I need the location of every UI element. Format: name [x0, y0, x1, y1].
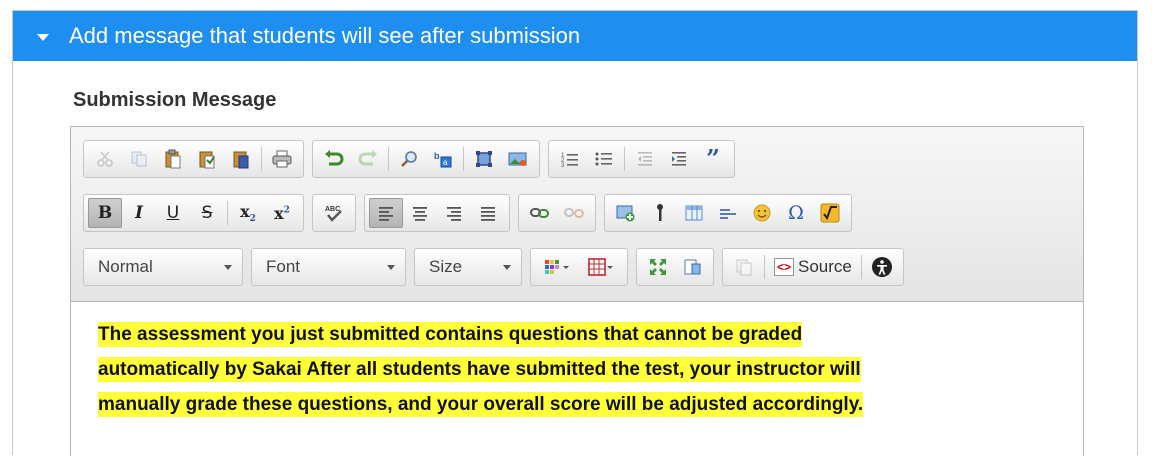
- svg-text:3: 3: [561, 163, 565, 168]
- align-center-icon[interactable]: [403, 198, 437, 228]
- font-dropdown-value: Font: [266, 257, 301, 276]
- undo-icon[interactable]: [317, 144, 351, 174]
- editor-toolbar: ba 123 ” B I U S x2 x2 ABC Ω Normal Font…: [71, 127, 1083, 302]
- source-group: <> Source: [722, 248, 904, 286]
- anchor-icon[interactable]: [643, 198, 677, 228]
- content-line: automatically by Sakai After all student…: [98, 357, 861, 382]
- editor-content[interactable]: The assessment you just submitted contai…: [71, 302, 1083, 429]
- italic-button[interactable]: I: [122, 198, 156, 228]
- image-icon[interactable]: [501, 144, 535, 174]
- insert-image-icon[interactable]: [609, 198, 643, 228]
- smiley-icon[interactable]: [745, 198, 779, 228]
- toolbar-row-2: B I U S x2 x2 ABC Ω: [83, 190, 1083, 236]
- svg-text:a: a: [443, 158, 448, 167]
- toolbar-separator: [860, 255, 862, 279]
- spellcheck-group: ABC: [312, 194, 356, 232]
- link-icon[interactable]: [523, 198, 557, 228]
- panel-header[interactable]: Add message that students will see after…: [13, 11, 1137, 61]
- message-panel: Add message that students will see after…: [12, 10, 1138, 456]
- clipboard-group: [83, 140, 304, 178]
- align-right-icon[interactable]: [437, 198, 471, 228]
- toolbar-separator: [388, 147, 389, 171]
- toolbar-separator: [624, 147, 625, 171]
- accessibility-icon[interactable]: [865, 252, 899, 282]
- source-button-label: Source: [798, 257, 852, 276]
- maximize-icon[interactable]: [641, 252, 675, 282]
- math-icon[interactable]: [813, 198, 847, 228]
- format-dropdown-value: Normal: [98, 257, 153, 276]
- paste-text-icon[interactable]: [190, 144, 224, 174]
- caret-down-icon[interactable]: [37, 33, 49, 41]
- content-line: manually grade these questions, and your…: [98, 392, 864, 417]
- underline-button[interactable]: U: [156, 198, 190, 228]
- bold-button[interactable]: B: [88, 198, 122, 228]
- text-color-icon[interactable]: [535, 252, 579, 282]
- templates-icon[interactable]: [727, 252, 761, 282]
- unlink-icon[interactable]: [557, 198, 591, 228]
- align-left-icon[interactable]: [369, 198, 403, 228]
- page: Add message that students will see after…: [0, 0, 1160, 456]
- indent-icon[interactable]: [662, 144, 696, 174]
- toolbar-row-3: Normal Font Size <> Source: [83, 244, 1083, 290]
- panel-title: Add message that students will see after…: [69, 23, 581, 48]
- background-color-icon[interactable]: [579, 252, 623, 282]
- strikethrough-button[interactable]: S: [190, 198, 224, 228]
- list-group: 123 ”: [548, 140, 735, 178]
- link-group: [518, 194, 596, 232]
- submission-message-label: Submission Message: [73, 89, 277, 111]
- table-icon[interactable]: [677, 198, 711, 228]
- font-dropdown[interactable]: Font: [251, 248, 406, 286]
- toolbar-separator: [463, 147, 464, 171]
- toolbar-separator: [764, 255, 765, 279]
- superscript-button[interactable]: x2: [265, 198, 299, 228]
- blockquote-icon[interactable]: ”: [696, 144, 730, 174]
- select-all-icon[interactable]: [467, 144, 501, 174]
- replace-icon[interactable]: ba: [426, 144, 460, 174]
- text-style-group: B I U S x2 x2: [83, 194, 304, 232]
- view-group: [636, 248, 714, 286]
- paste-word-icon[interactable]: [224, 144, 258, 174]
- content-line: The assessment you just submitted contai…: [98, 322, 803, 347]
- paste-icon[interactable]: [156, 144, 190, 174]
- show-blocks-icon[interactable]: [675, 252, 709, 282]
- toolbar-separator: [227, 201, 228, 225]
- numbered-list-icon[interactable]: 123: [553, 144, 587, 174]
- find-icon[interactable]: [392, 144, 426, 174]
- size-dropdown[interactable]: Size: [414, 248, 522, 286]
- source-button[interactable]: <> Source: [768, 252, 858, 282]
- size-dropdown-value: Size: [429, 257, 463, 276]
- subscript-button[interactable]: x2: [231, 198, 265, 228]
- spellcheck-icon[interactable]: ABC: [317, 198, 351, 228]
- format-dropdown[interactable]: Normal: [83, 248, 243, 286]
- source-code-icon: <>: [774, 258, 794, 276]
- cut-icon[interactable]: [88, 144, 122, 174]
- redo-icon[interactable]: [351, 144, 385, 174]
- undo-group: ba: [312, 140, 540, 178]
- chevron-down-icon: [503, 264, 511, 270]
- svg-text:b: b: [434, 151, 440, 161]
- toolbar-separator: [261, 147, 262, 171]
- alignment-group: [364, 194, 510, 232]
- svg-text:ABC: ABC: [325, 206, 340, 213]
- print-icon[interactable]: [265, 144, 299, 174]
- bulleted-list-icon[interactable]: [587, 144, 621, 174]
- insert-group: Ω: [604, 194, 852, 232]
- chevron-down-icon: [387, 264, 395, 270]
- rich-text-editor: ba 123 ” B I U S x2 x2 ABC Ω Normal Font…: [70, 126, 1084, 456]
- horizontal-rule-icon[interactable]: [711, 198, 745, 228]
- toolbar-row-1: ba 123 ”: [83, 136, 1083, 182]
- chevron-down-icon: [224, 264, 232, 270]
- color-group: [530, 248, 628, 286]
- align-justify-icon[interactable]: [471, 198, 505, 228]
- outdent-icon[interactable]: [628, 144, 662, 174]
- omega-icon[interactable]: Ω: [779, 198, 813, 228]
- copy-icon[interactable]: [122, 144, 156, 174]
